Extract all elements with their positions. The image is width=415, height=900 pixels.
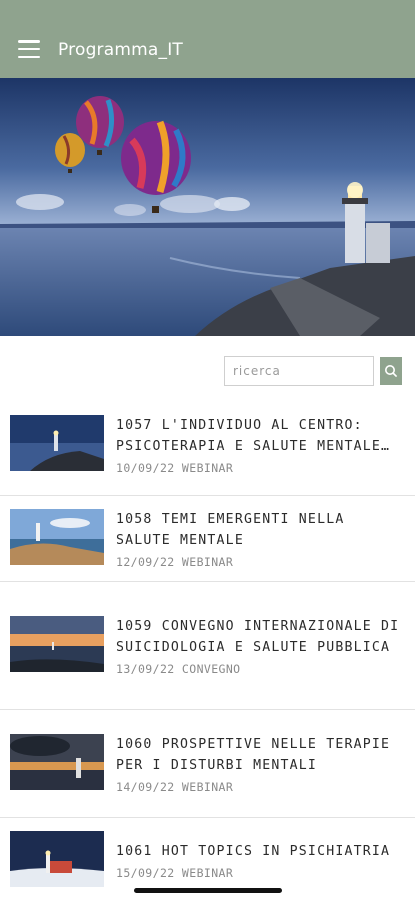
event-date: 10/09/22 [116, 460, 175, 475]
event-thumbnail [10, 508, 104, 565]
event-list: 1057 L'INDIVIDUO AL CENTRO: PSICOTERAPIA… [0, 394, 415, 900]
app-title: Programma_IT [58, 40, 184, 60]
event-meta: 12/09/22 WEBINAR [116, 555, 405, 569]
event-title: 1059 CONVEGNO INTERNAZIONALE DI SUICIDOL… [116, 618, 400, 655]
search-bar [224, 356, 402, 386]
search-button[interactable] [380, 357, 402, 385]
search-input[interactable] [224, 356, 374, 386]
event-meta: 13/09/22 CONVEGNO [116, 662, 405, 676]
event-type: WEBINAR [181, 460, 234, 475]
event-title: 1058 TEMI EMERGENTI NELLA SALUTE MENTALE [116, 511, 345, 548]
search-icon [385, 365, 398, 378]
event-thumbnail [10, 615, 104, 672]
event-type: WEBINAR [181, 554, 234, 569]
event-meta: 15/09/22 WEBINAR [116, 866, 405, 880]
event-thumbnail [10, 830, 104, 887]
event-date: 12/09/22 [116, 554, 175, 569]
home-indicator [134, 888, 282, 893]
list-item[interactable]: 1059 CONVEGNO INTERNAZIONALE DI SUICIDOL… [0, 582, 415, 710]
hero-image [0, 78, 415, 336]
hamburger-menu-icon[interactable] [18, 40, 40, 58]
list-item[interactable]: 1060 PROSPETTIVE NELLE TERAPIE PER I DIS… [0, 710, 415, 818]
event-type: WEBINAR [181, 866, 234, 880]
event-title: 1057 L'INDIVIDUO AL CENTRO: PSICOTERAPIA… [116, 417, 391, 454]
list-item[interactable]: 1058 TEMI EMERGENTI NELLA SALUTE MENTALE… [0, 496, 415, 582]
event-meta: 14/09/22 WEBINAR [116, 780, 405, 794]
event-thumbnail [10, 414, 104, 471]
event-type: CONVEGNO [181, 661, 241, 676]
event-type: WEBINAR [181, 779, 234, 794]
event-date: 15/09/22 [116, 866, 175, 880]
list-item[interactable]: 1057 L'INDIVIDUO AL CENTRO: PSICOTERAPIA… [0, 394, 415, 496]
event-thumbnail [10, 733, 104, 790]
event-title: 1061 HOT TOPICS IN PSICHIATRIA [116, 844, 391, 859]
event-date: 14/09/22 [116, 779, 175, 794]
event-date: 13/09/22 [116, 661, 175, 676]
event-title: 1060 PROSPETTIVE NELLE TERAPIE PER I DIS… [116, 736, 391, 773]
top-app-bar: Programma_IT [0, 0, 415, 78]
event-meta: 10/09/22 WEBINAR [116, 461, 405, 475]
